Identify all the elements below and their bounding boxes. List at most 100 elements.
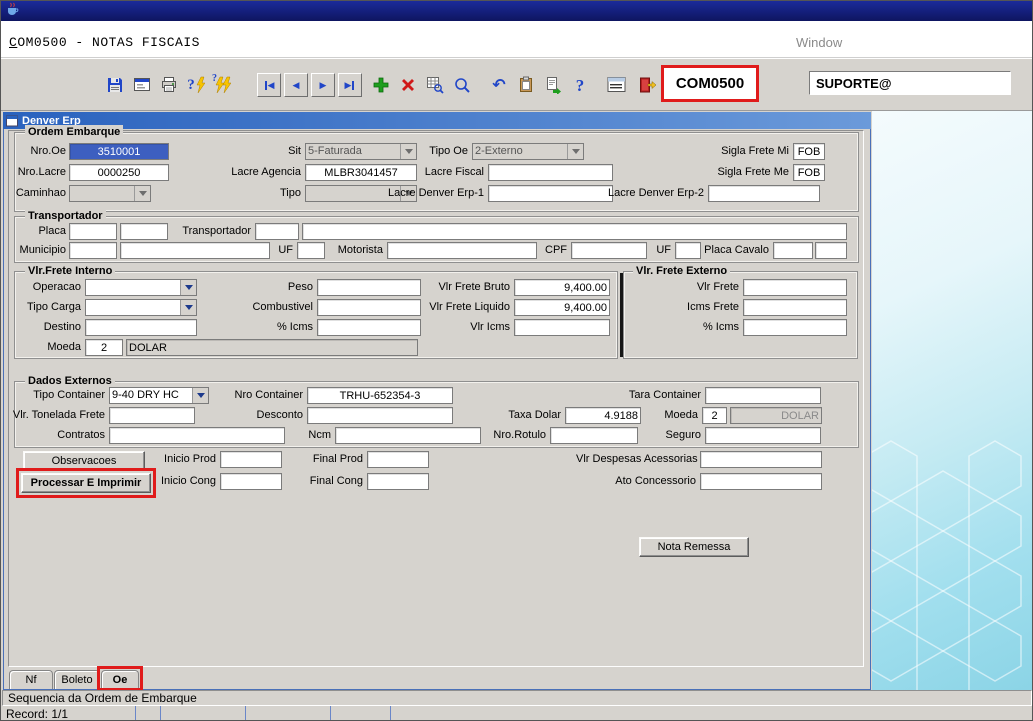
- execute-query-button[interactable]: [450, 73, 474, 97]
- placa-cavalo-field-2[interactable]: [815, 242, 847, 259]
- operacao-combobox[interactable]: [85, 279, 197, 296]
- motorista-field[interactable]: [387, 242, 537, 259]
- save-button[interactable]: [103, 73, 127, 97]
- exit-button[interactable]: [635, 73, 659, 97]
- undo-button[interactable]: ↶: [487, 73, 511, 97]
- menu-item-window[interactable]: Window: [796, 35, 842, 50]
- nro-lacre-field[interactable]: [69, 164, 169, 181]
- placa-field-2[interactable]: [120, 223, 168, 240]
- frete-externo-title: Vlr. Frete Externo: [633, 264, 730, 278]
- print-button[interactable]: [157, 73, 181, 97]
- tara-container-field[interactable]: [705, 387, 821, 404]
- ncm-label: Ncm: [291, 427, 331, 444]
- uf-label: UF: [273, 242, 293, 259]
- window-title-bar: [1, 1, 1032, 21]
- uf2-field[interactable]: [675, 242, 701, 259]
- tab-boleto[interactable]: Boleto: [54, 670, 100, 689]
- inicio-prod-field[interactable]: [220, 451, 282, 468]
- taxa-dolar-label: Taxa Dolar: [501, 407, 561, 424]
- tipo-carga-combobox[interactable]: [85, 299, 197, 316]
- vlr-tonelada-field[interactable]: [109, 407, 195, 424]
- lightning-help-button[interactable]: ?: [211, 73, 235, 97]
- ato-concessorio-label: Ato Concessorio: [596, 473, 696, 490]
- vlr-frete-field[interactable]: [743, 279, 847, 296]
- inicio-cong-label: Inicio Cong: [156, 473, 216, 490]
- frete-externo-divider: [620, 273, 623, 357]
- contratos-field[interactable]: [109, 427, 285, 444]
- icms-frete-field[interactable]: [743, 299, 847, 316]
- vlr-frete-liquido-field[interactable]: [514, 299, 610, 316]
- uf-field[interactable]: [297, 242, 325, 259]
- status-cell: [136, 706, 161, 721]
- municipio-code-field[interactable]: [69, 242, 117, 259]
- exit-door-icon: [638, 76, 656, 94]
- delete-record-button[interactable]: [396, 73, 420, 97]
- user-field[interactable]: [809, 71, 1011, 95]
- ncm-field[interactable]: [335, 427, 481, 444]
- nro-rotulo-field[interactable]: [550, 427, 638, 444]
- pct-icms-externo-field[interactable]: [743, 319, 847, 336]
- taxa-dolar-field[interactable]: [565, 407, 641, 424]
- previous-record-icon: ◀: [293, 81, 300, 90]
- moeda-codigo-field[interactable]: [85, 339, 123, 356]
- frete-interno-title: Vlr.Frete Interno: [25, 264, 115, 278]
- tab-nf[interactable]: Nf: [9, 670, 53, 689]
- moeda-externo-codigo-field[interactable]: [702, 407, 727, 424]
- menu-button[interactable]: [603, 73, 631, 97]
- vlr-icms-field[interactable]: [514, 319, 610, 336]
- peso-field[interactable]: [317, 279, 421, 296]
- enter-query-button[interactable]: [423, 73, 447, 97]
- help-edit-button[interactable]: ?: [184, 73, 208, 97]
- placa-cavalo-field-1[interactable]: [773, 242, 813, 259]
- tab-oe[interactable]: Oe: [101, 670, 139, 689]
- transportador-code-field[interactable]: [255, 223, 299, 240]
- final-prod-field[interactable]: [367, 451, 429, 468]
- operacao-label: Operacao: [11, 279, 81, 296]
- lacre-fiscal-field[interactable]: [488, 164, 613, 181]
- observacoes-button[interactable]: Observacoes: [23, 451, 145, 470]
- lacre-agencia-field[interactable]: [305, 164, 417, 181]
- menu-bar: COM0500 - NOTAS FISCAIS Window: [1, 21, 1032, 58]
- combustivel-field[interactable]: [317, 299, 421, 316]
- nav-prev-button[interactable]: ◀: [284, 73, 308, 97]
- sigla-frete-me-label: Sigla Frete Me: [699, 164, 789, 181]
- lacre-denver2-field[interactable]: [708, 185, 820, 202]
- destino-field[interactable]: [85, 319, 197, 336]
- pct-icms-field[interactable]: [317, 319, 421, 336]
- nav-first-button[interactable]: ◀: [257, 73, 281, 97]
- form-button[interactable]: [541, 73, 565, 97]
- sigla-frete-mi-field[interactable]: [793, 143, 825, 160]
- vlr-frete-bruto-field[interactable]: [514, 279, 610, 296]
- tipo-container-combobox[interactable]: 9-40 DRY HC: [109, 387, 209, 404]
- nav-next-button[interactable]: ▶: [311, 73, 335, 97]
- final-cong-field[interactable]: [367, 473, 429, 490]
- desconto-field[interactable]: [307, 407, 453, 424]
- magnifier-icon: [453, 76, 471, 94]
- placa-field-1[interactable]: [69, 223, 117, 240]
- ato-concessorio-field[interactable]: [700, 473, 822, 490]
- icms-frete-label: Icms Frete: [664, 299, 739, 316]
- seguro-field[interactable]: [705, 427, 821, 444]
- nro-container-field[interactable]: [307, 387, 453, 404]
- sigla-frete-me-field[interactable]: [793, 164, 825, 181]
- processar-imprimir-button[interactable]: Processar E Imprimir: [21, 473, 151, 493]
- inicio-cong-field[interactable]: [220, 473, 282, 490]
- window-icon: [133, 76, 151, 94]
- nro-oe-field[interactable]: [69, 143, 169, 160]
- question-icon: ?: [212, 74, 217, 84]
- municipio-name-field[interactable]: [120, 242, 270, 259]
- cpf-field[interactable]: [571, 242, 647, 259]
- nav-last-button[interactable]: ▶: [338, 73, 362, 97]
- nota-remessa-button[interactable]: Nota Remessa: [639, 537, 749, 557]
- placa-label: Placa: [6, 223, 66, 240]
- paste-button[interactable]: [514, 73, 538, 97]
- add-record-button[interactable]: [369, 73, 393, 97]
- transportador-name-field[interactable]: [302, 223, 847, 240]
- help-button[interactable]: ?: [568, 73, 592, 97]
- run-window-button[interactable]: [130, 73, 154, 97]
- vlr-despesas-field[interactable]: [700, 451, 822, 468]
- moeda-nome-field: [126, 339, 418, 356]
- final-prod-label: Final Prod: [303, 451, 363, 468]
- last-record-icon: [352, 81, 354, 90]
- lacre-denver1-field[interactable]: [488, 185, 613, 202]
